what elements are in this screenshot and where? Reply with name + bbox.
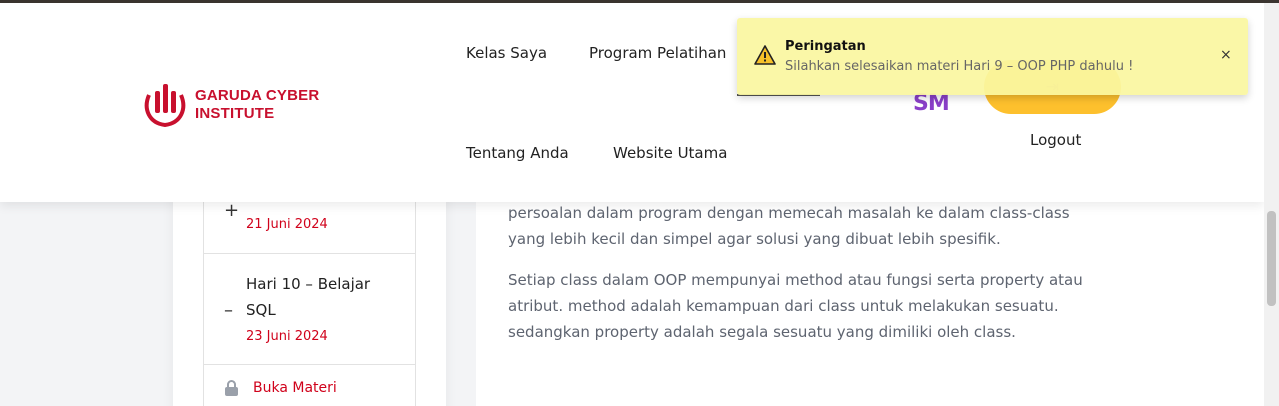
day-item-date: 23 Juni 2024 [246,329,328,344]
toast-title: Peringatan [785,39,866,54]
brand-name: GARUDA CYBER INSTITUTE [195,87,319,123]
warning-toast: Peringatan Silahkan selesaikan materi Ha… [737,18,1248,95]
page-scrollbar[interactable] [1264,3,1279,406]
content-paragraph: Setiap class dalam OOP mempunyai method … [508,271,1083,341]
warning-triangle-icon [754,45,776,65]
toast-message: Silahkan selesaikan materi Hari 9 – OOP … [785,59,1134,74]
nav-tentang-anda[interactable]: Tentang Anda [466,144,569,162]
nav-program-pelatihan[interactable]: Program Pelatihan [589,44,726,62]
logout-link[interactable]: Logout [1030,131,1081,149]
brand-logo[interactable]: GARUDA CYBER INSTITUTE [143,81,343,131]
open-materi-label: Buka Materi [253,380,337,396]
brand-line-2: INSTITUTE [195,105,275,122]
day-item-date: 21 Juni 2024 [246,217,328,232]
day-item[interactable]: – Hari 10 – Belajar SQL 23 Juni 2024 [204,254,415,365]
lock-icon [224,380,238,396]
garuda-logo-icon [144,84,186,127]
content-paragraph: persoalan dalam program dengan memecah m… [508,204,1070,248]
nav-kelas-saya[interactable]: Kelas Saya [466,44,547,62]
collapse-icon[interactable]: – [224,300,233,321]
scrollbar-thumb[interactable] [1267,211,1276,306]
nav-website-utama[interactable]: Website Utama [613,144,727,162]
close-icon[interactable]: × [1220,47,1232,63]
brand-line-1: GARUDA CYBER [195,87,320,104]
day-item-title: Hari 10 – Belajar SQL [246,275,371,319]
expand-icon[interactable]: + [224,200,239,221]
